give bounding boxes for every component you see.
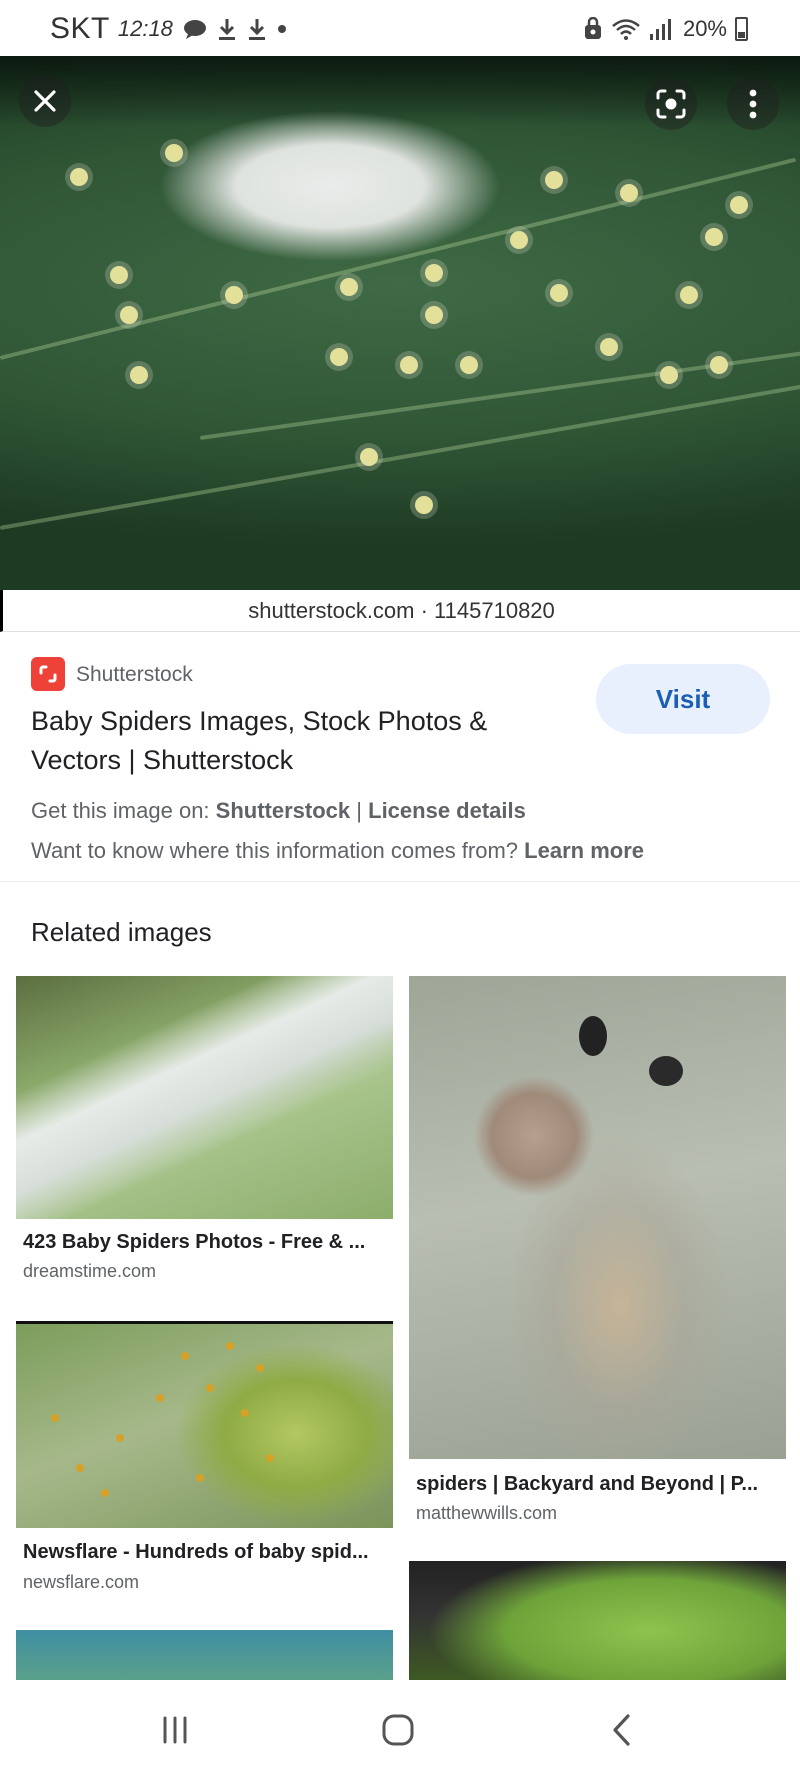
spiderling: [660, 366, 678, 384]
related-domain-1: dreamstime.com: [23, 1261, 157, 1281]
battery-icon: [735, 17, 748, 41]
lens-icon: [655, 88, 687, 120]
spiderling: [680, 286, 698, 304]
license-separator: |: [356, 798, 362, 823]
clock: 12:18: [117, 16, 173, 41]
leaf-vein: [0, 157, 797, 360]
related-title-3[interactable]: Newsflare - Hundreds of baby spid...: [23, 1541, 383, 1564]
spiderling: [400, 356, 418, 374]
spiderling: [360, 448, 378, 466]
spiderling: [425, 264, 443, 282]
back-icon: [610, 1713, 632, 1747]
result-title[interactable]: Baby Spiders Images, Stock Photos & Vect…: [31, 702, 551, 780]
spiderling: [330, 348, 348, 366]
lens-button[interactable]: [645, 78, 697, 130]
spiderling: [415, 496, 433, 514]
close-icon: [32, 88, 58, 114]
wifi-icon: [611, 17, 641, 41]
spiderling: [130, 366, 148, 384]
spiderling: [710, 356, 728, 374]
spiderling-dot: [226, 1342, 234, 1350]
related-image-2[interactable]: [409, 976, 786, 1459]
spiderling-dot: [116, 1434, 124, 1442]
home-icon: [382, 1714, 414, 1746]
spiderling-dot: [206, 1384, 214, 1392]
section-divider: [0, 881, 800, 882]
spiderling: [620, 184, 638, 202]
spiderling-dot: [241, 1409, 249, 1417]
license-details-link[interactable]: License details: [368, 798, 526, 823]
related-image-5[interactable]: [409, 1561, 786, 1680]
site-name[interactable]: Shutterstock: [76, 663, 193, 687]
related-title-1[interactable]: 423 Baby Spiders Photos - Free & ...: [23, 1231, 383, 1254]
image-source-caption: shutterstock.com · 1145710820: [0, 590, 800, 632]
signal-icon: [649, 17, 675, 41]
license-line: Get this image on: Shutterstock | Licens…: [31, 798, 526, 824]
spiderling-dot: [196, 1474, 204, 1482]
spiderling: [705, 228, 723, 246]
home-button[interactable]: [363, 1702, 433, 1758]
download-icon: [217, 17, 237, 41]
info-question: Want to know where this information come…: [31, 838, 519, 863]
spiderling-dot: [101, 1489, 109, 1497]
spiderling-dot: [76, 1464, 84, 1472]
system-nav-bar: [0, 1680, 800, 1777]
spiderling: [225, 286, 243, 304]
related-title-2[interactable]: spiders | Backyard and Beyond | P...: [416, 1473, 778, 1496]
related-domain-3: newsflare.com: [23, 1572, 140, 1592]
recent-apps-icon: [160, 1715, 190, 1745]
related-images-heading: Related images: [31, 917, 212, 947]
related-image-4[interactable]: [16, 1630, 393, 1680]
learn-more-link[interactable]: Learn more: [524, 838, 644, 863]
visit-button[interactable]: Visit: [596, 664, 770, 734]
spiderling-dot: [156, 1394, 164, 1402]
spiderling: [340, 278, 358, 296]
hero-image[interactable]: [0, 56, 800, 590]
download-icon: [247, 17, 267, 41]
spiderling: [165, 144, 183, 162]
spiderling-dot: [266, 1454, 274, 1462]
related-image-1[interactable]: [16, 976, 393, 1219]
leaf-vein: [0, 383, 800, 530]
spiderling-dot: [51, 1414, 59, 1422]
related-domain-2: matthewwills.com: [416, 1503, 558, 1523]
notification-dot-icon: [277, 24, 287, 34]
more-vert-icon: [749, 89, 757, 119]
carrier-label: SKT: [50, 12, 110, 45]
info-source-line: Want to know where this information come…: [31, 838, 644, 864]
license-prefix: Get this image on:: [31, 798, 210, 823]
battery-percent: 20%: [682, 16, 727, 41]
spiderling: [110, 266, 128, 284]
spiderling-dot: [181, 1352, 189, 1360]
spiderling: [510, 231, 528, 249]
spiderling: [545, 171, 563, 189]
spiderling: [70, 168, 88, 186]
spiderling-dot: [256, 1364, 264, 1372]
license-site-link[interactable]: Shutterstock: [216, 798, 350, 823]
spiderling: [120, 306, 138, 324]
chat-bubble-icon: [183, 19, 207, 39]
spiderling: [550, 284, 568, 302]
spiderling: [425, 306, 443, 324]
back-button[interactable]: [586, 1702, 656, 1758]
shutterstock-logo-icon: [31, 657, 65, 691]
spiderling: [730, 196, 748, 214]
close-button[interactable]: [19, 75, 71, 127]
status-bar: SKT 12:18 20%: [0, 0, 800, 56]
alarm-lock-icon: [583, 17, 603, 41]
related-image-3[interactable]: [16, 1321, 393, 1528]
more-options-button[interactable]: [727, 78, 779, 130]
spiderling: [600, 338, 618, 356]
spiderling: [460, 356, 478, 374]
recent-apps-button[interactable]: [140, 1702, 210, 1758]
